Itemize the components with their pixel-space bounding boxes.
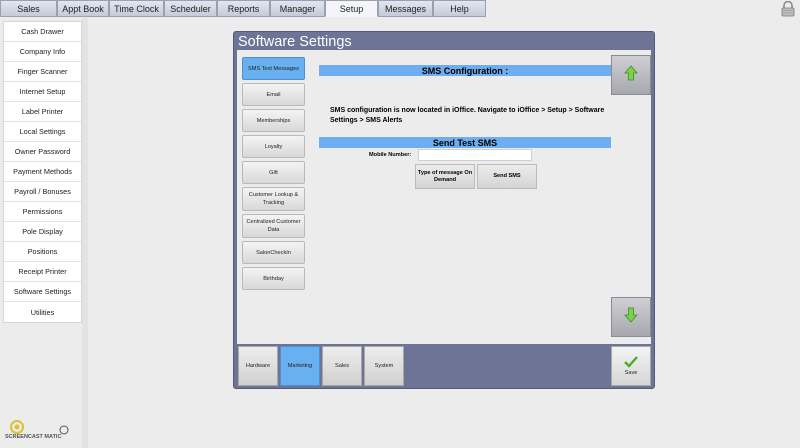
subtab-birthday[interactable]: Birthday (242, 267, 305, 290)
category-tab-system[interactable]: System (364, 346, 404, 386)
sidebar-item-payroll-bonuses[interactable]: Payroll / Bonuses (4, 182, 81, 202)
sms-configuration-info: SMS configuration is now located in iOff… (330, 107, 605, 124)
subtab-gift[interactable]: Gift (242, 161, 305, 184)
sms-configuration-heading: SMS Configuration : (319, 65, 611, 76)
top-nav: Sales Appt Book Time Clock Scheduler Rep… (0, 0, 800, 18)
category-tab-sales[interactable]: Sales (322, 346, 362, 386)
sidebar-item-label-printer[interactable]: Label Printer (4, 102, 81, 122)
sidebar-item-pole-display[interactable]: Pole Display (4, 222, 81, 242)
arrow-up-icon (624, 64, 638, 86)
sidebar-item-positions[interactable]: Positions (4, 242, 81, 262)
subtab-centralized-customer-data[interactable]: Centralized Customer Data (242, 214, 305, 238)
category-tab-marketing[interactable]: Marketing (280, 346, 320, 386)
sidebar-item-permissions[interactable]: Permissions (4, 202, 81, 222)
subtab-saloncheckin[interactable]: SalonCheckIn (242, 241, 305, 264)
nav-tab-setup[interactable]: Setup (325, 0, 378, 17)
save-button[interactable]: Save (611, 346, 651, 386)
save-label: Save (624, 370, 638, 376)
sidebar-item-cash-drawer[interactable]: Cash Drawer (4, 22, 81, 42)
mobile-number-label: Mobile Number: (369, 152, 412, 158)
sidebar-divider (82, 18, 88, 448)
sidebar-item-owner-password[interactable]: Owner Password (4, 142, 81, 162)
nav-tab-help[interactable]: Help (433, 0, 486, 17)
sidebar-item-utilities[interactable]: Utilities (4, 302, 81, 322)
category-tabs: Hardware Marketing Sales System Save (237, 344, 651, 386)
send-sms-button[interactable]: Send SMS (477, 164, 537, 189)
message-type-button[interactable]: Type of message On Demand (415, 164, 475, 189)
sidebar-item-finger-scanner[interactable]: Finger Scanner (4, 62, 81, 82)
nav-tab-messages[interactable]: Messages (378, 0, 433, 17)
subtab-email[interactable]: Email (242, 83, 305, 106)
mobile-number-input[interactable] (418, 149, 532, 161)
watermark-text: SCREENCAST MATIC (5, 434, 62, 440)
nav-tab-manager[interactable]: Manager (270, 0, 325, 17)
arrow-down-icon (624, 307, 638, 328)
panel-content: SMS Text Messages Email Memberships Loya… (237, 50, 651, 344)
screencast-logo-icon (10, 420, 69, 435)
nav-tab-scheduler[interactable]: Scheduler (164, 0, 217, 17)
sidebar-item-internet-setup[interactable]: Internet Setup (4, 82, 81, 102)
nav-tab-time-clock[interactable]: Time Clock (109, 0, 164, 17)
scroll-up-button[interactable] (611, 55, 651, 95)
scroll-down-button[interactable] (611, 297, 651, 337)
software-settings-panel: Software Settings SMS Text Messages Emai… (233, 31, 655, 389)
category-tab-hardware[interactable]: Hardware (238, 346, 278, 386)
screencast-watermark: SCREENCAST MATIC (3, 419, 79, 446)
sidebar-item-company-info[interactable]: Company Info (4, 42, 81, 62)
nav-tab-appt-book[interactable]: Appt Book (57, 0, 109, 17)
lock-icon[interactable] (779, 0, 797, 17)
nav-tab-reports[interactable]: Reports (217, 0, 270, 17)
subtab-customer-lookup-tracking[interactable]: Customer Lookup & Tracking (242, 187, 305, 211)
subtab-sms-text-messages[interactable]: SMS Text Messages (242, 57, 305, 80)
subtab-memberships[interactable]: Memberships (242, 109, 305, 132)
send-test-sms-heading: Send Test SMS (319, 137, 611, 148)
setup-sidebar: Cash Drawer Company Info Finger Scanner … (3, 21, 82, 323)
sidebar-item-local-settings[interactable]: Local Settings (4, 122, 81, 142)
nav-tab-sales[interactable]: Sales (0, 0, 57, 17)
checkmark-icon (624, 356, 638, 370)
subtab-loyalty[interactable]: Loyalty (242, 135, 305, 158)
sidebar-item-receipt-printer[interactable]: Receipt Printer (4, 262, 81, 282)
sidebar-item-payment-methods[interactable]: Payment Methods (4, 162, 81, 182)
panel-title: Software Settings (238, 34, 352, 50)
sidebar-item-software-settings[interactable]: Software Settings (4, 282, 81, 302)
